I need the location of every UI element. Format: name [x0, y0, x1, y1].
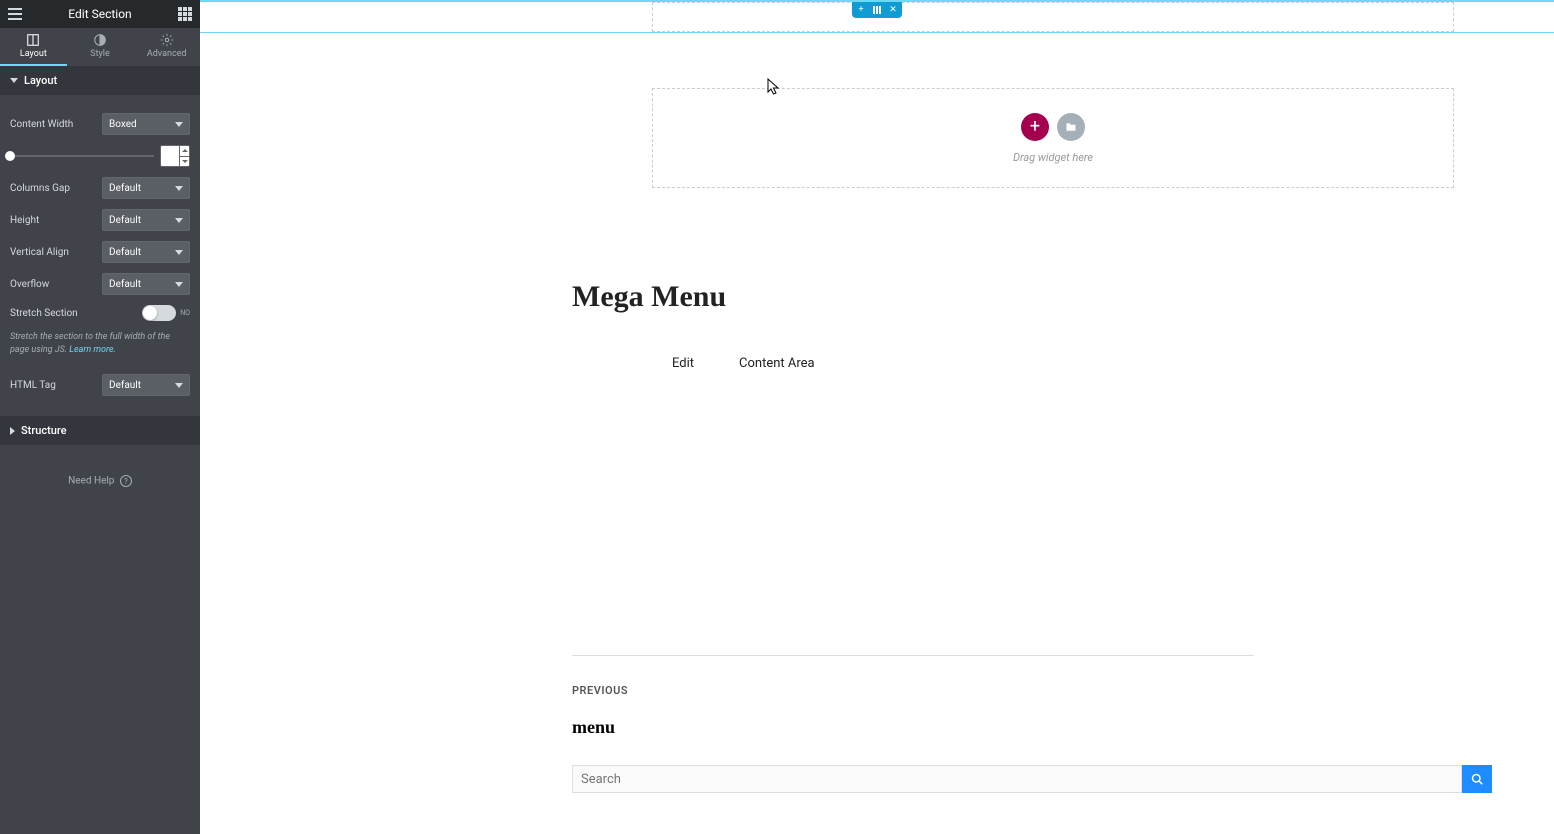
vertical-align-select[interactable]: Default — [102, 241, 190, 263]
vertical-align-label: Vertical Align — [10, 247, 102, 258]
content-width-select[interactable]: Boxed — [102, 113, 190, 135]
add-section-button[interactable]: + — [855, 4, 867, 16]
folder-icon — [1065, 121, 1077, 133]
style-icon — [93, 33, 107, 47]
previous-label: PREVIOUS — [572, 684, 1254, 697]
caret-down-icon — [10, 78, 18, 83]
tab-style[interactable]: Style — [67, 28, 134, 66]
html-tag-label: HTML Tag — [10, 380, 102, 391]
caret-right-icon — [10, 427, 15, 435]
overflow-value: Default — [109, 279, 141, 290]
content-area-label: Content Area — [739, 356, 815, 371]
widgets-grid-icon[interactable] — [178, 7, 192, 21]
search-button[interactable] — [1462, 765, 1492, 793]
overflow-label: Overflow — [10, 279, 102, 290]
page-title: Mega Menu — [572, 280, 1254, 314]
learn-more-link[interactable]: Learn more. — [69, 345, 116, 355]
tab-advanced-label: Advanced — [147, 49, 187, 59]
chevron-down-icon — [175, 250, 183, 255]
need-help-link[interactable]: Need Help ? — [0, 475, 200, 487]
stretch-section-toggle[interactable] — [142, 305, 176, 321]
search-icon — [1471, 773, 1483, 785]
stretch-section-label: Stretch Section — [10, 308, 142, 319]
tab-advanced[interactable]: Advanced — [133, 28, 200, 66]
help-icon: ? — [120, 475, 132, 487]
columns-gap-select[interactable]: Default — [102, 177, 190, 199]
layout-section-title: Layout — [24, 74, 57, 87]
tab-style-label: Style — [90, 49, 110, 59]
menu-icon[interactable] — [8, 8, 22, 20]
add-widget-button[interactable]: + — [1021, 113, 1049, 141]
edit-link[interactable]: Edit — [672, 356, 694, 371]
edit-section-button[interactable] — [871, 4, 883, 16]
content-width-label: Content Width — [10, 119, 102, 130]
chevron-down-icon — [175, 282, 183, 287]
columns-gap-value: Default — [109, 183, 141, 194]
layout-section-header[interactable]: Layout — [0, 66, 200, 95]
chevron-down-icon — [175, 218, 183, 223]
spin-up[interactable] — [179, 146, 189, 157]
page-content: Mega Menu Edit Content Area — [572, 280, 1254, 371]
structure-section-header[interactable]: Structure — [0, 416, 200, 445]
layout-controls: Content Width Boxed Columns Gap Default — [0, 95, 200, 416]
template-library-button[interactable] — [1057, 113, 1085, 141]
columns-gap-label: Columns Gap — [10, 183, 102, 194]
columns-icon — [873, 6, 881, 14]
panel-tabs: Layout Style Advanced — [0, 28, 200, 66]
sidebar-header: Edit Section — [0, 0, 200, 28]
tab-layout-label: Layout — [20, 49, 47, 59]
widget-drop-area[interactable]: + Drag widget here — [652, 88, 1454, 188]
delete-section-button[interactable]: ✕ — [887, 4, 899, 16]
spin-down[interactable] — [179, 157, 189, 167]
search-form — [572, 765, 1492, 793]
stretch-hint: Stretch the section to the full width of… — [10, 331, 190, 356]
section-outline[interactable] — [652, 2, 1454, 32]
overflow-select[interactable]: Default — [102, 273, 190, 295]
gear-icon — [160, 33, 174, 47]
editor-sidebar: Edit Section Layout Style Advanced Layou… — [0, 0, 200, 834]
toggle-state-text: NO — [180, 309, 190, 317]
section-handle: + ✕ — [852, 2, 902, 18]
vertical-align-value: Default — [109, 247, 141, 258]
post-navigation: PREVIOUS menu — [572, 655, 1254, 738]
sidebar-title: Edit Section — [22, 7, 178, 21]
height-label: Height — [10, 215, 102, 226]
width-slider[interactable] — [10, 155, 154, 157]
height-select[interactable]: Default — [102, 209, 190, 231]
html-tag-value: Default — [109, 380, 141, 391]
structure-section-title: Structure — [21, 424, 67, 437]
html-tag-select[interactable]: Default — [102, 374, 190, 396]
chevron-down-icon — [175, 186, 183, 191]
width-number-input[interactable] — [160, 145, 190, 167]
layout-icon — [26, 33, 40, 47]
chevron-down-icon — [175, 383, 183, 388]
content-width-value: Boxed — [109, 119, 137, 130]
height-value: Default — [109, 215, 141, 226]
section-bottom-border — [200, 32, 1554, 33]
search-input[interactable] — [572, 765, 1462, 793]
chevron-down-icon — [175, 122, 183, 127]
tab-layout[interactable]: Layout — [0, 28, 67, 66]
editor-canvas: + ✕ + Drag widget here Mega Menu Edit Co… — [200, 0, 1554, 834]
previous-post-link[interactable]: menu — [572, 717, 1254, 738]
slider-thumb[interactable] — [5, 151, 15, 161]
drag-widget-text: Drag widget here — [1013, 151, 1093, 164]
